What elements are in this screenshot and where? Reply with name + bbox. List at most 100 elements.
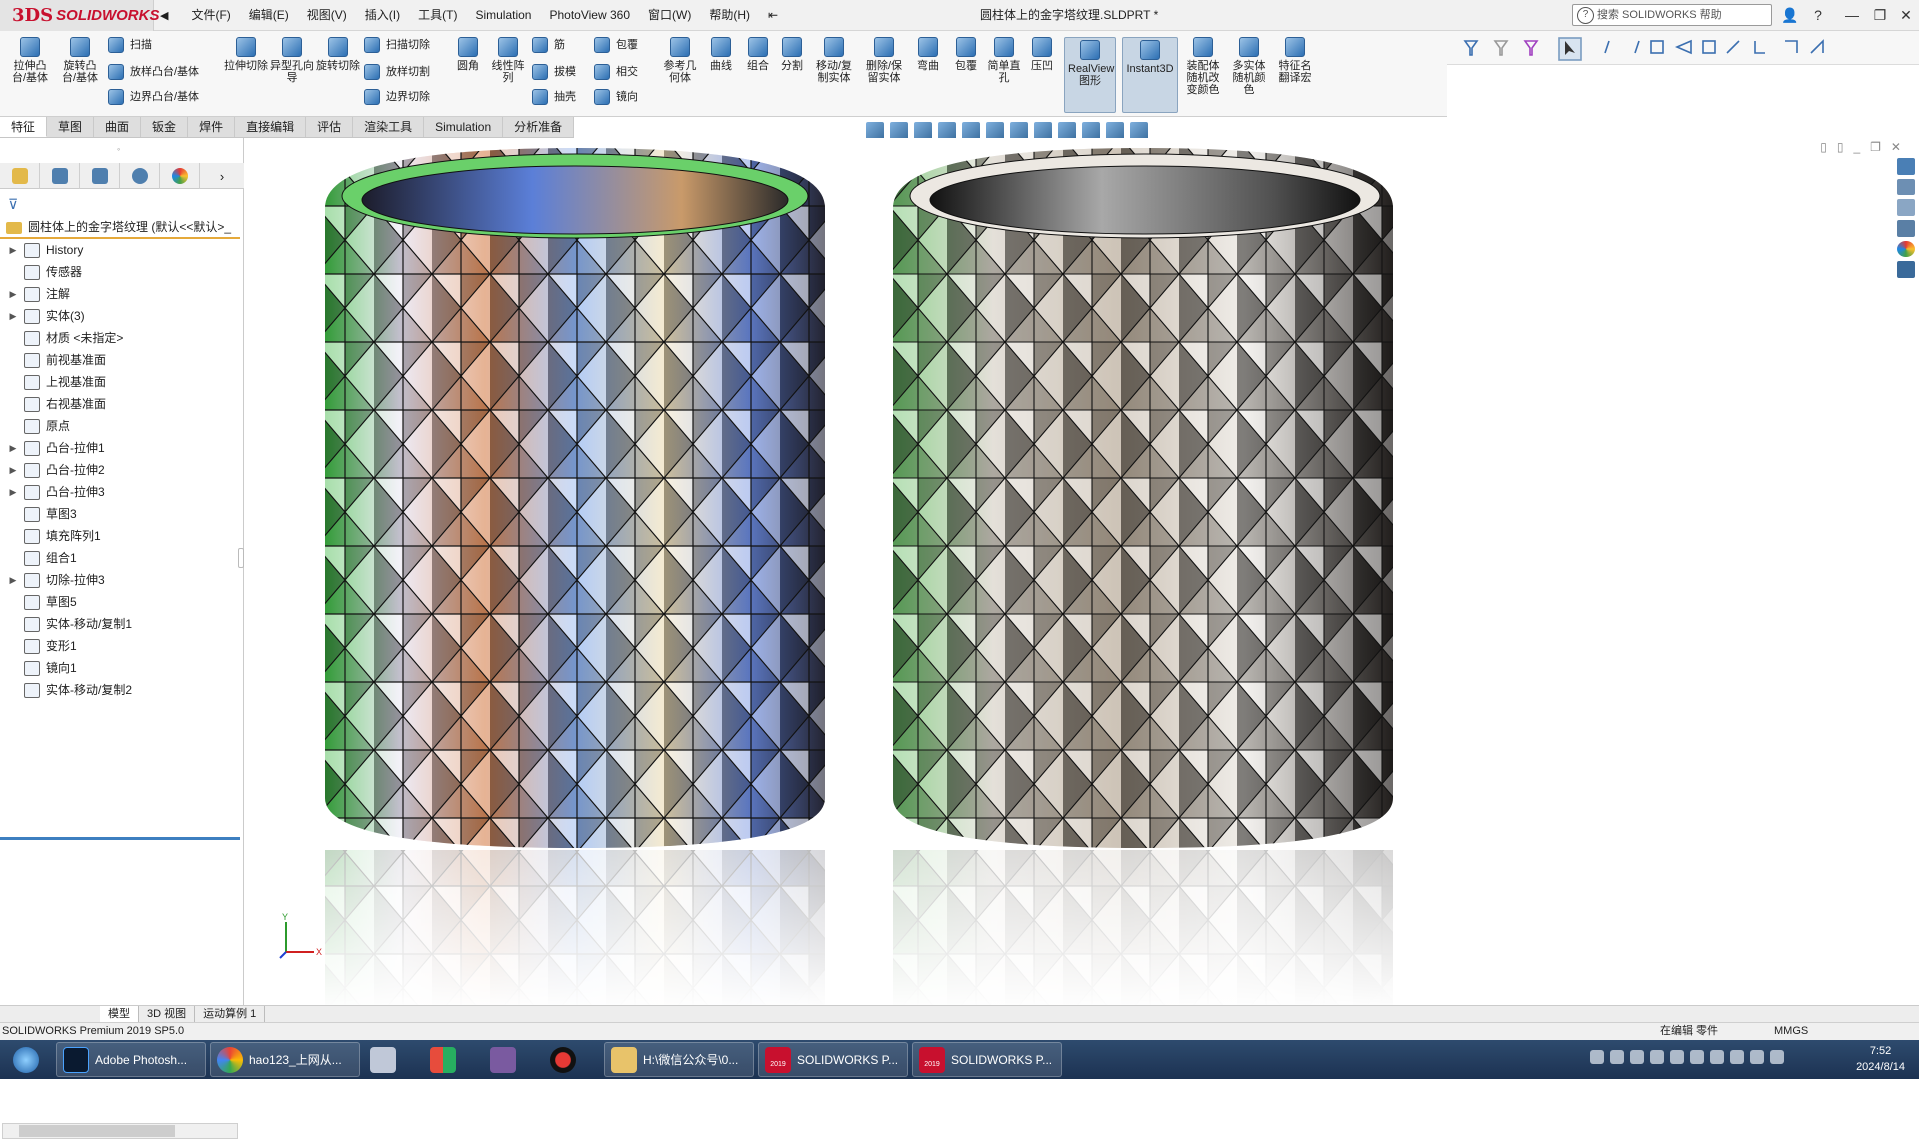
help-search-input[interactable]: 搜索 SOLIDWORKS 帮助 xyxy=(1572,4,1772,26)
custom-properties-icon[interactable] xyxy=(1897,261,1915,279)
expand-arrow-icon[interactable]: ▶ xyxy=(6,459,20,481)
tree-item[interactable]: 草图5 xyxy=(0,591,240,613)
expand-arrow-icon[interactable]: ▶ xyxy=(6,437,20,459)
tab-simulation[interactable]: Simulation xyxy=(424,117,504,137)
rib-button[interactable]: 筋 xyxy=(532,37,565,53)
multibody-random-color-button[interactable]: 多实体随机颜色 xyxy=(1228,37,1270,96)
loft-button[interactable]: 放样凸台/基体 xyxy=(108,64,199,80)
restore-button[interactable]: ❐ xyxy=(1866,0,1894,31)
tree-item[interactable]: 镜向1 xyxy=(0,657,240,679)
horizontal-scrollbar[interactable] xyxy=(2,1123,238,1139)
chevron-right-icon[interactable]: › xyxy=(200,163,244,189)
menu-photoview[interactable]: PhotoView 360 xyxy=(540,0,639,31)
menu-help[interactable]: 帮助(H) xyxy=(700,0,759,31)
tree-item[interactable]: 填充阵列1 xyxy=(0,525,240,547)
filter-icons[interactable] xyxy=(1447,31,1919,65)
split-button[interactable]: 分割 xyxy=(776,37,808,72)
revolve-boss-button[interactable]: 旋转凸台/基体 xyxy=(58,37,102,84)
view-palette-icon[interactable] xyxy=(1897,220,1915,237)
tree-item[interactable]: 变形1 xyxy=(0,635,240,657)
tab-sketch[interactable]: 草图 xyxy=(47,117,95,137)
expand-arrow-icon[interactable]: ▶ xyxy=(6,481,20,503)
reference-geometry-button[interactable]: 参考几何体 xyxy=(660,37,700,84)
draft-button[interactable]: 拔模 xyxy=(532,64,576,80)
tab-weldments[interactable]: 焊件 xyxy=(188,117,236,137)
solidworks-logo[interactable]: 3DS SOLIDWORKS xyxy=(0,0,159,31)
fillet-button[interactable]: 圆角 xyxy=(452,37,484,72)
tree-item[interactable]: 实体-移动/复制2 xyxy=(0,679,240,701)
move-copy-body-button[interactable]: 移动/复制实体 xyxy=(812,37,856,84)
indent-button[interactable]: 压凹 xyxy=(1026,37,1058,72)
menu-insert[interactable]: 插入(I) xyxy=(356,0,409,31)
tree-item[interactable]: ▶ 凸台-拉伸3 xyxy=(0,481,240,503)
tray-icon[interactable] xyxy=(1650,1050,1664,1064)
tray-icon[interactable] xyxy=(1630,1050,1644,1064)
tray-icon[interactable] xyxy=(1690,1050,1704,1064)
tab-render-tools[interactable]: 渲染工具 xyxy=(353,117,425,137)
extrude-cut-button[interactable]: 拉伸切除 xyxy=(224,37,268,72)
tray-icon[interactable] xyxy=(1590,1050,1604,1064)
network-icon[interactable] xyxy=(1770,1050,1784,1064)
mirror-button[interactable]: 镜向 xyxy=(594,89,638,105)
tab-features[interactable]: 特征 xyxy=(0,117,48,137)
tab-motion-study[interactable]: 运动算例 1 xyxy=(195,1006,266,1022)
close-button[interactable]: ✕ xyxy=(1892,0,1919,31)
file-explorer-icon[interactable] xyxy=(1897,199,1915,217)
configuration-manager-tab[interactable] xyxy=(80,163,120,189)
tab-analysis-prep[interactable]: 分析准备 xyxy=(503,117,575,137)
extrude-boss-button[interactable]: 拉伸凸台/基体 xyxy=(8,37,52,84)
tab-3d-views[interactable]: 3D 视图 xyxy=(139,1006,196,1022)
start-button[interactable] xyxy=(0,1042,52,1077)
assembly-random-color-button[interactable]: 装配体随机改变颜色 xyxy=(1182,37,1224,96)
volume-icon[interactable] xyxy=(1750,1050,1764,1064)
tray-icon[interactable] xyxy=(1610,1050,1624,1064)
tree-item[interactable]: ▶ 凸台-拉伸2 xyxy=(0,459,240,481)
minimize-button[interactable]: — xyxy=(1838,0,1866,31)
taskbar-photoshop[interactable]: Adobe Photosh... xyxy=(56,1042,206,1077)
simple-hole-button[interactable]: 简单直孔 xyxy=(986,37,1022,84)
menu-window[interactable]: 窗口(W) xyxy=(639,0,700,31)
tree-item[interactable]: 传感器 xyxy=(0,261,240,283)
taskbar-app-4[interactable] xyxy=(424,1042,480,1077)
taskbar-solidworks-2[interactable]: 2019 SOLIDWORKS P... xyxy=(912,1042,1062,1077)
realview-button[interactable]: RealView图形 xyxy=(1064,37,1116,113)
tree-item[interactable]: ▶ 注解 xyxy=(0,283,240,305)
lofted-cut-button[interactable]: 放样切割 xyxy=(364,64,430,80)
tree-item[interactable]: ▶ 实体(3) xyxy=(0,305,240,327)
appearances-icon[interactable] xyxy=(1897,240,1915,258)
menu-view[interactable]: 视图(V) xyxy=(298,0,356,31)
delete-keep-body-button[interactable]: 删除/保留实体 xyxy=(862,37,906,84)
tab-direct-editing[interactable]: 直接编辑 xyxy=(235,117,307,137)
tree-item[interactable]: 材质 <未指定> xyxy=(0,327,240,349)
feature-rename-macro-button[interactable]: 特征名翻译宏 xyxy=(1274,37,1316,84)
filter-icon[interactable]: ⊽ xyxy=(8,196,18,213)
tab-surfaces[interactable]: 曲面 xyxy=(94,117,142,137)
flex-button[interactable]: 弯曲 xyxy=(912,37,944,72)
tree-item[interactable]: 实体-移动/复制1 xyxy=(0,613,240,635)
menu-tools[interactable]: 工具(T) xyxy=(409,0,466,31)
boundary-cut-button[interactable]: 边界切除 xyxy=(364,89,430,105)
menu-edit[interactable]: 编辑(E) xyxy=(240,0,298,31)
resources-icon[interactable] xyxy=(1897,178,1915,196)
menu-simulation[interactable]: Simulation xyxy=(466,0,540,31)
tray-icon[interactable] xyxy=(1710,1050,1724,1064)
linear-pattern-button[interactable]: 线性阵列 xyxy=(488,37,528,84)
wrap-button[interactable]: 包覆 xyxy=(594,37,638,53)
combine-button[interactable]: 组合 xyxy=(742,37,774,72)
instant3d-button[interactable]: Instant3D xyxy=(1122,37,1178,113)
dimxpert-tab[interactable] xyxy=(120,163,160,189)
swept-cut-button[interactable]: 扫描切除 xyxy=(364,37,430,53)
intersect-button[interactable]: 相交 xyxy=(594,64,638,80)
pin-icon[interactable]: ⇤ xyxy=(759,0,787,31)
tree-root[interactable]: 圆柱体上的金字塔纹理 (默认<<默认>_ xyxy=(6,218,231,235)
feature-manager-tab[interactable] xyxy=(0,163,40,189)
taskbar-record[interactable] xyxy=(544,1042,600,1077)
tray-icon[interactable] xyxy=(1730,1050,1744,1064)
graphics-area[interactable]: ▯▯_❐✕ xyxy=(245,138,1919,1005)
boundary-boss-button[interactable]: 边界凸台/基体 xyxy=(108,89,199,105)
expand-arrow-icon[interactable]: ▶ xyxy=(6,305,20,327)
tab-sheet-metal[interactable]: 钣金 xyxy=(141,117,189,137)
wrap-feature-button[interactable]: 包覆 xyxy=(950,37,982,72)
display-manager-tab[interactable] xyxy=(160,163,200,189)
tab-model[interactable]: 模型 xyxy=(100,1006,139,1022)
